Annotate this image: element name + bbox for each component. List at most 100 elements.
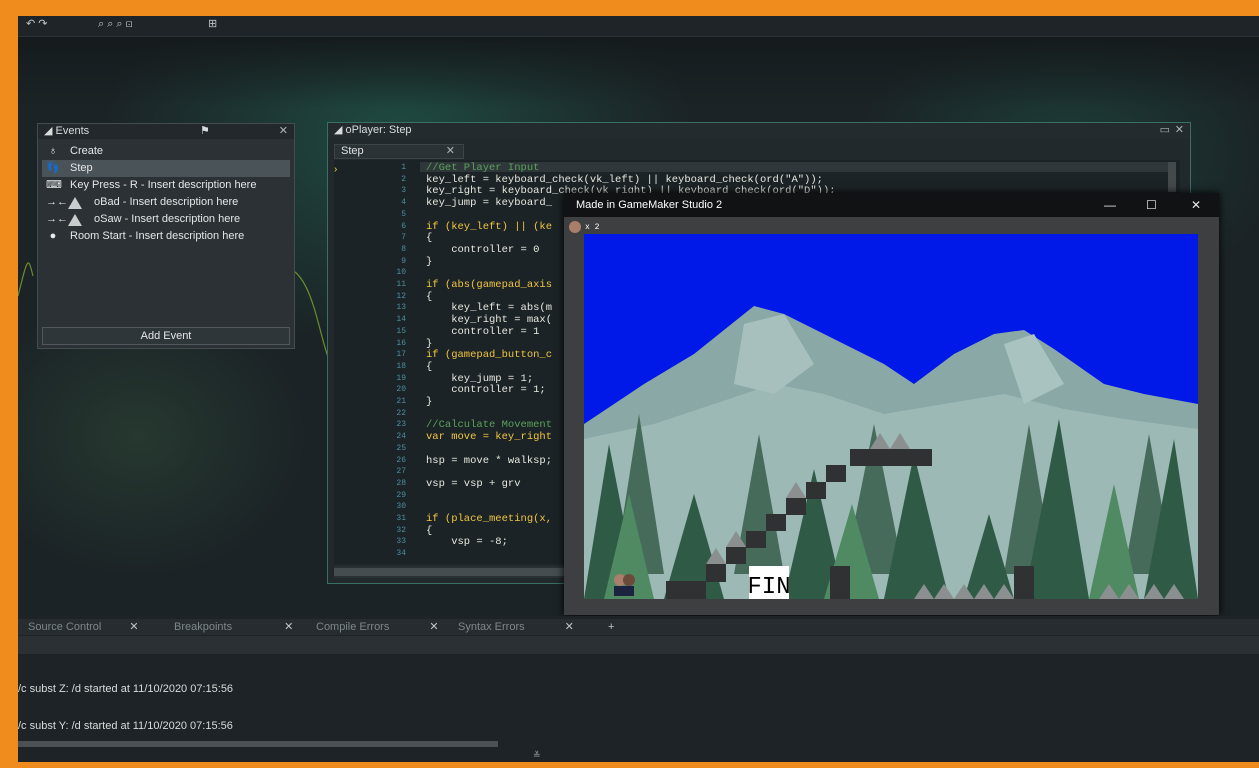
close-icon[interactable]: ✕ (284, 621, 293, 633)
player-face-icon (569, 221, 581, 233)
code-text: if (gamepad_button_c (426, 349, 553, 362)
lives-text: x 2 (585, 223, 600, 233)
maximize-icon[interactable]: ▭ (1160, 123, 1170, 138)
event-label: Step (70, 162, 93, 174)
line-number: 22 (396, 408, 406, 418)
event-label: oSaw - Insert description here (94, 213, 241, 225)
close-icon[interactable]: ✕ (565, 621, 574, 633)
code-line[interactable]: 1 //Get Player Input (334, 162, 1174, 174)
flag-icon[interactable]: ⚑ (200, 124, 210, 139)
code-text: { (426, 232, 433, 245)
grid-icon[interactable]: ⊞ (208, 18, 217, 30)
code-text: key_left = abs(m (426, 302, 553, 315)
output-panel: Source Control ✕ Breakpoints ✕ Compile Err… (18, 616, 1259, 762)
event-label: Key Press - R - Insert description here (70, 179, 257, 191)
code-text: { (426, 360, 433, 373)
lightbulb-icon: ♁ (48, 145, 58, 157)
line-number: 34 (396, 549, 406, 559)
event-step[interactable]: 👣 Step (42, 160, 290, 177)
event-label: Room Start - Insert description here (70, 230, 245, 242)
collision-icon: →← (46, 213, 68, 225)
maximize-button[interactable]: ☐ (1146, 193, 1157, 217)
room-icon: ● (49, 230, 57, 242)
line-number: 17 (396, 350, 406, 360)
code-text: { (426, 290, 433, 303)
ide-window: ↶ ↷ ⌕ ⌕ ⌕ ⊡ ⊞ ◢ Events ⚑ ✕ ♁ Create 👣 St… (18, 16, 1259, 762)
add-tab-button[interactable]: + (608, 619, 614, 635)
code-text: controller = 1; (426, 384, 546, 397)
code-editor-title: oPlayer: Step (345, 124, 412, 136)
events-panel-title: Events (55, 125, 90, 137)
expand-chevron-icon[interactable]: ≚ (533, 750, 541, 761)
line-number: 31 (396, 514, 406, 523)
event-label: oBad - Insert description here (94, 196, 239, 208)
code-line[interactable]: 2 key_left = keyboard_check(vk_left) || k… (334, 173, 1174, 186)
line-number: 1 (401, 163, 406, 172)
code-tab-bar: Step ✕ (334, 144, 464, 159)
game-window: Made in GameMaker Studio 2 — ☐ ✕ x 2 FIN (564, 193, 1219, 615)
line-number: 21 (396, 397, 406, 406)
collision-icon: →← (46, 196, 68, 208)
saw-sprite-icon (68, 214, 82, 226)
code-text: { (426, 524, 433, 537)
close-icon[interactable]: ✕ (1175, 123, 1184, 138)
footsteps-icon: 👣 (46, 162, 60, 174)
code-text: if (abs(gamepad_axis (426, 279, 553, 291)
close-icon[interactable]: ✕ (446, 145, 455, 158)
event-collision-osaw[interactable]: →← oSaw - Insert description here (42, 211, 290, 228)
code-text: vsp = vsp + grv (426, 477, 521, 490)
zoom-icons[interactable]: ⌕ ⌕ ⌕ ⊡ (98, 18, 133, 30)
game-screen[interactable]: FIN (584, 234, 1198, 599)
event-room-start[interactable]: ● Room Start - Insert description here (42, 228, 290, 245)
line-number: 13 (396, 303, 406, 313)
close-button[interactable]: ✕ (1191, 193, 1201, 217)
line-number: 16 (396, 338, 406, 348)
line-number: 2 (401, 174, 406, 184)
events-list: ♁ Create 👣 Step ⌨ Key Press - R - Insert… (42, 143, 290, 245)
tab-label: Step (341, 145, 364, 157)
line-number: 28 (396, 478, 406, 488)
events-panel-header[interactable]: ◢ Events ⚑ ✕ (38, 124, 294, 139)
code-text: } (426, 255, 433, 268)
close-icon[interactable]: ✕ (429, 621, 438, 633)
tab-step[interactable]: Step ✕ (335, 145, 463, 158)
line-number: 30 (396, 502, 406, 512)
line-number: 18 (396, 361, 406, 371)
minimize-button[interactable]: — (1104, 193, 1116, 217)
scrollbar-thumb[interactable] (334, 568, 574, 576)
code-editor-header[interactable]: ◢ oPlayer: Step ▭ ✕ (328, 123, 1190, 138)
tab-syntax-errors[interactable]: Syntax Errors ✕ (458, 619, 574, 635)
output-line: /c subst Z: /d started at 11/10/2020 07:… (18, 683, 234, 695)
event-collision-obad[interactable]: →← oBad - Insert description here (42, 194, 290, 211)
output-line: /c subst Y: /d started at 11/10/2020 07:… (18, 720, 233, 732)
code-text: key_left = keyboard_check(vk_left) || ke… (426, 173, 823, 186)
code-text: //Get Player Input (426, 162, 540, 174)
line-number: 10 (396, 268, 406, 278)
add-event-button[interactable]: Add Event (42, 327, 290, 345)
close-icon[interactable]: ✕ (129, 621, 138, 633)
collapse-icon[interactable]: ◢ (334, 124, 346, 136)
game-window-title: Made in GameMaker Studio 2 (576, 199, 723, 211)
tab-source-control[interactable]: Source Control ✕ (28, 619, 139, 635)
undo-icon[interactable]: ↶ ↷ (26, 18, 48, 30)
game-scene: FIN (584, 306, 1198, 599)
code-text: vsp = -8; (426, 536, 508, 549)
code-text: } (426, 396, 433, 408)
lives-counter: x 2 (569, 221, 599, 234)
line-number: 29 (396, 490, 406, 500)
events-panel: ◢ Events ⚑ ✕ ♁ Create 👣 Step ⌨ Key Press… (37, 123, 295, 349)
keyboard-icon: ⌨ (46, 179, 62, 191)
code-text: //Calculate Movement (426, 419, 553, 432)
tab-breakpoints[interactable]: Breakpoints ✕ (174, 619, 293, 635)
output-horizontal-scrollbar[interactable] (18, 741, 498, 747)
collapse-icon[interactable]: ◢ (44, 125, 56, 137)
event-create[interactable]: ♁ Create (42, 143, 290, 160)
close-icon[interactable]: ✕ (279, 124, 288, 139)
event-key-press[interactable]: ⌨ Key Press - R - Insert description her… (42, 177, 290, 194)
line-number: 5 (401, 209, 406, 219)
tab-compile-errors[interactable]: Compile Errors ✕ (316, 619, 439, 635)
line-number: 3 (401, 186, 406, 196)
code-text: controller = 1 (426, 325, 540, 338)
line-number: 33 (396, 537, 406, 547)
line-number: 14 (396, 315, 406, 325)
